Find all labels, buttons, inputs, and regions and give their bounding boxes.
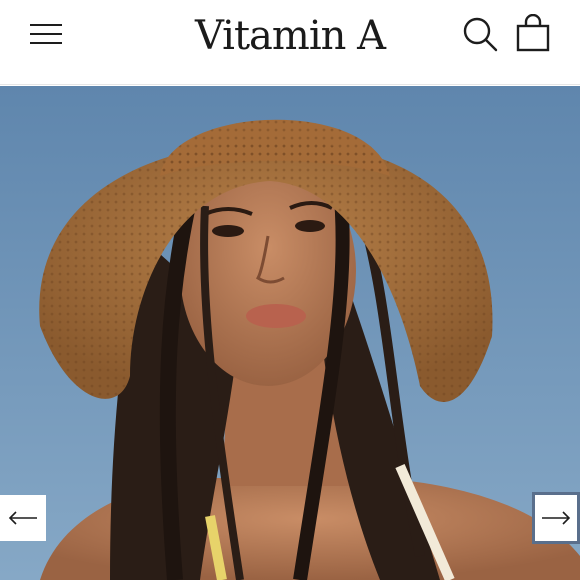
hero-slideshow (0, 86, 580, 580)
hamburger-menu-icon (30, 33, 62, 35)
previous-slide-button[interactable] (0, 495, 46, 541)
search-icon (463, 17, 498, 52)
hamburger-menu-icon (30, 24, 62, 26)
cart-button[interactable] (512, 13, 556, 54)
site-header: Vitamin A (0, 0, 580, 85)
menu-button[interactable] (24, 18, 68, 52)
shopping-bag-icon (516, 13, 550, 52)
hero-photo (0, 86, 580, 580)
arrow-right-icon (542, 511, 571, 525)
arrow-left-icon (8, 511, 37, 525)
hamburger-menu-icon (30, 42, 62, 44)
next-slide-button[interactable] (532, 492, 580, 544)
site-logo[interactable]: Vitamin A (150, 8, 430, 64)
search-button[interactable] (460, 14, 500, 54)
